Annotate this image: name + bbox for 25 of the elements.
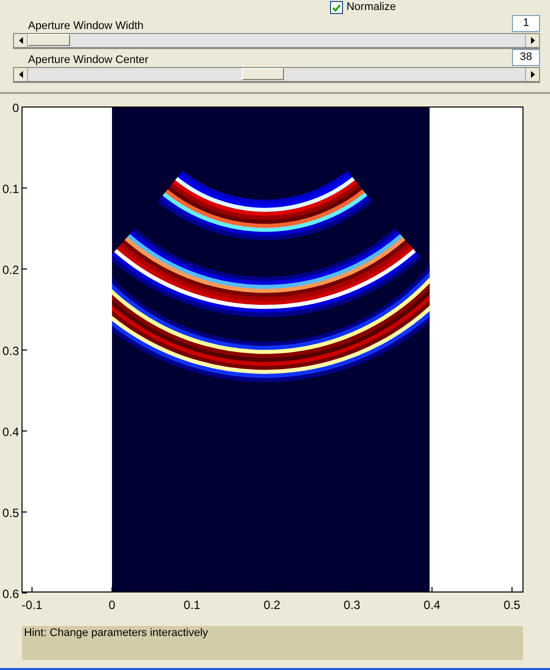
y-tick-label: 0.2 <box>2 263 19 277</box>
hint-panel: Hint: Change parameters interactively <box>22 626 523 660</box>
x-tick-label: 0.1 <box>184 598 200 612</box>
x-tick-label: 0 <box>108 598 116 612</box>
scrollbar[interactable] <box>13 33 540 49</box>
y-tick-label: 0.3 <box>2 344 19 358</box>
slider-label: Aperture Window Center <box>28 54 148 67</box>
x-tick-label: 0.2 <box>264 598 280 612</box>
y-tick-label: 0.5 <box>2 506 19 520</box>
value-field[interactable]: 38 <box>512 49 540 66</box>
x-tick-label: 0.4 <box>424 598 440 612</box>
scrollbar[interactable] <box>13 67 540 83</box>
y-tick-label: 0.1 <box>2 182 19 196</box>
x-tick-label: -0.1 <box>22 598 42 612</box>
normalize-checkbox[interactable] <box>330 1 344 14</box>
y-tick-label: 0.4 <box>2 425 19 439</box>
checkbox-label: Normalize <box>346 1 396 14</box>
y-tick-label: 0 <box>12 101 19 115</box>
x-tick-label: 0.5 <box>504 598 520 612</box>
slider-label: Aperture Window Width <box>28 20 144 33</box>
x-tick-label: 0.3 <box>344 598 360 612</box>
scrollbar-thumb[interactable] <box>28 34 70 46</box>
scrollbar-thumb[interactable] <box>242 68 284 80</box>
y-tick-label: 0.6 <box>2 587 19 601</box>
value-field[interactable]: 1 <box>512 15 540 32</box>
